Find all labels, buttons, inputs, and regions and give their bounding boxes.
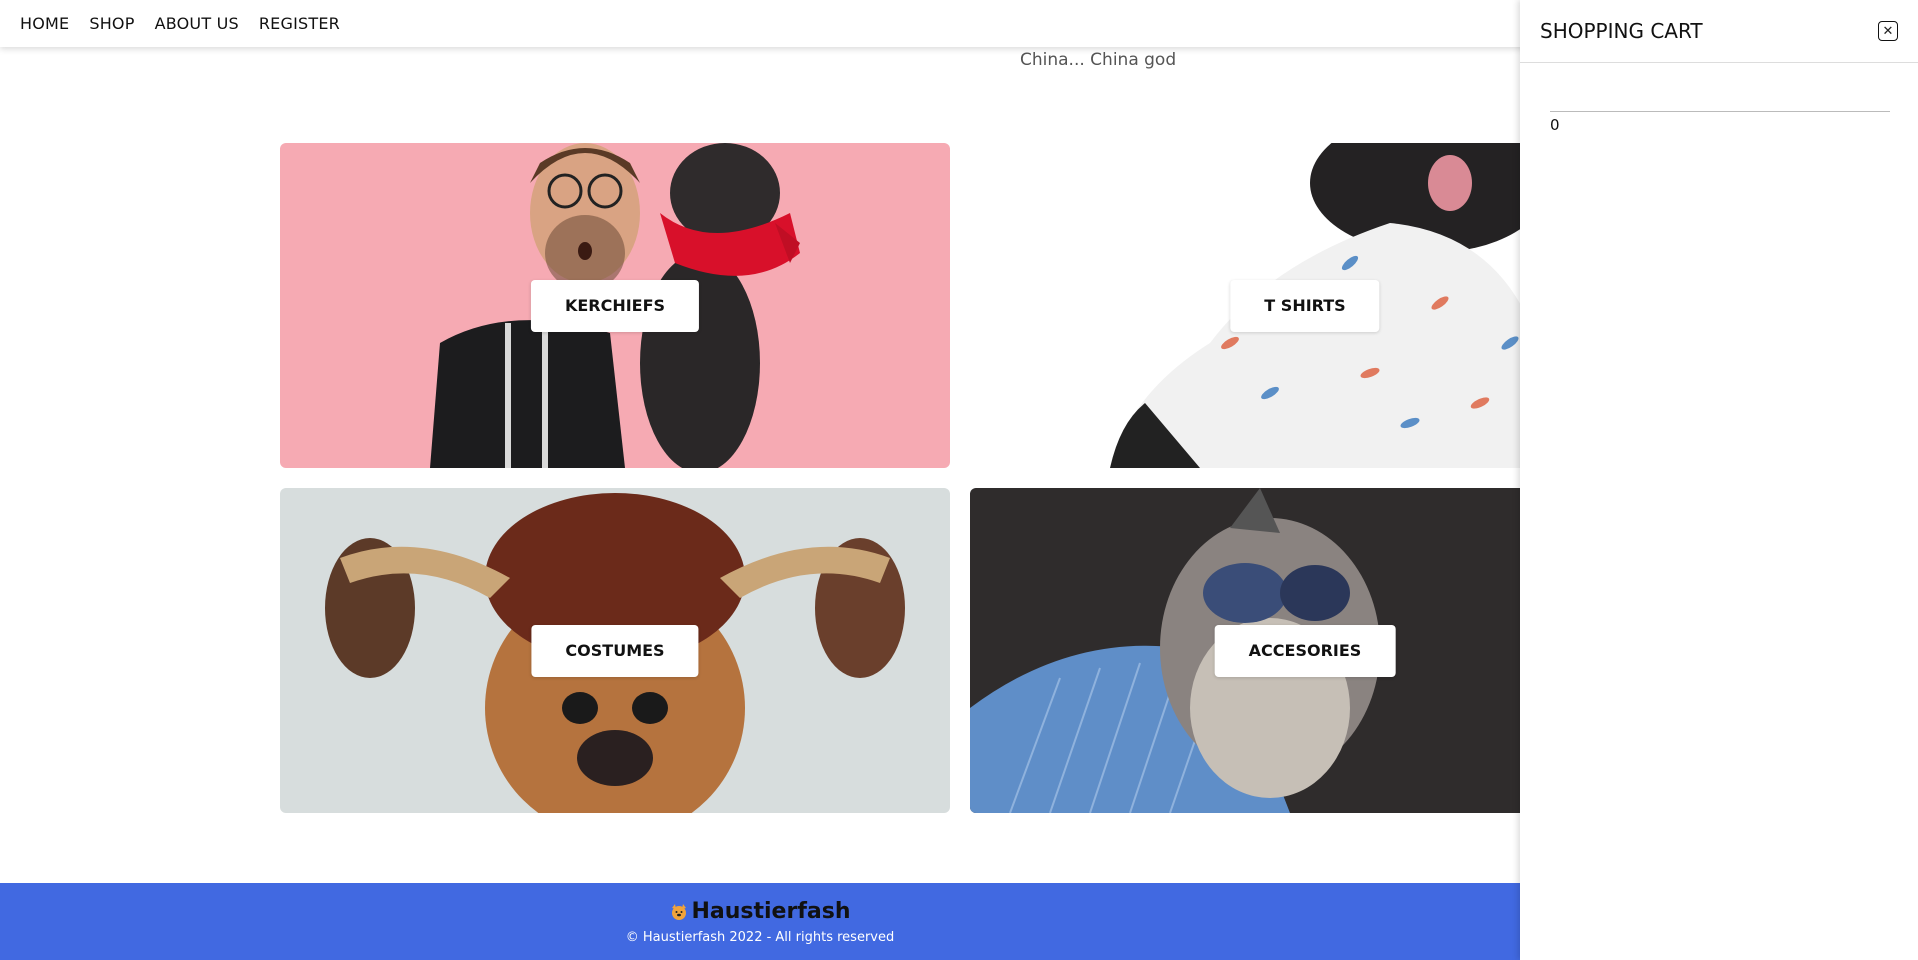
cart-body: 0 — [1520, 63, 1918, 134]
nav-link-about-us[interactable]: ABOUT US — [155, 14, 239, 33]
category-label-accesories[interactable]: ACCESORIES — [1214, 624, 1396, 677]
category-label-costumes[interactable]: COSTUMES — [531, 624, 699, 677]
footer-brand[interactable]: Haustierfash — [669, 899, 851, 924]
dog-face-icon — [672, 903, 687, 920]
category-grid: KERCHIEFS T SHIRTS COSTUMES ACCESORIES — [280, 143, 1640, 813]
cart-item-count: 0 — [1550, 116, 1560, 134]
category-tile-costumes[interactable]: COSTUMES — [280, 488, 950, 813]
cart-header: SHOPPING CART ✕ — [1520, 0, 1918, 63]
footer: Haustierfash © Haustierfash 2022 - All r… — [0, 883, 1520, 960]
footer-copyright: © Haustierfash 2022 - All rights reserve… — [625, 929, 895, 945]
intro-text: China... China god — [1020, 50, 1177, 70]
cart-title: SHOPPING CART — [1540, 19, 1703, 43]
category-tile-kerchiefs[interactable]: KERCHIEFS — [280, 143, 950, 468]
nav-link-home[interactable]: HOME — [20, 14, 69, 33]
nav-link-shop[interactable]: SHOP — [89, 14, 134, 33]
shopping-cart-panel: SHOPPING CART ✕ 0 — [1520, 0, 1918, 960]
close-icon[interactable]: ✕ — [1878, 21, 1898, 41]
footer-brand-name: Haustierfash — [691, 899, 851, 924]
category-label-kerchiefs[interactable]: KERCHIEFS — [530, 279, 700, 332]
cart-divider — [1550, 111, 1890, 112]
nav-link-register[interactable]: REGISTER — [259, 14, 340, 33]
category-label-tshirts[interactable]: T SHIRTS — [1230, 279, 1380, 332]
